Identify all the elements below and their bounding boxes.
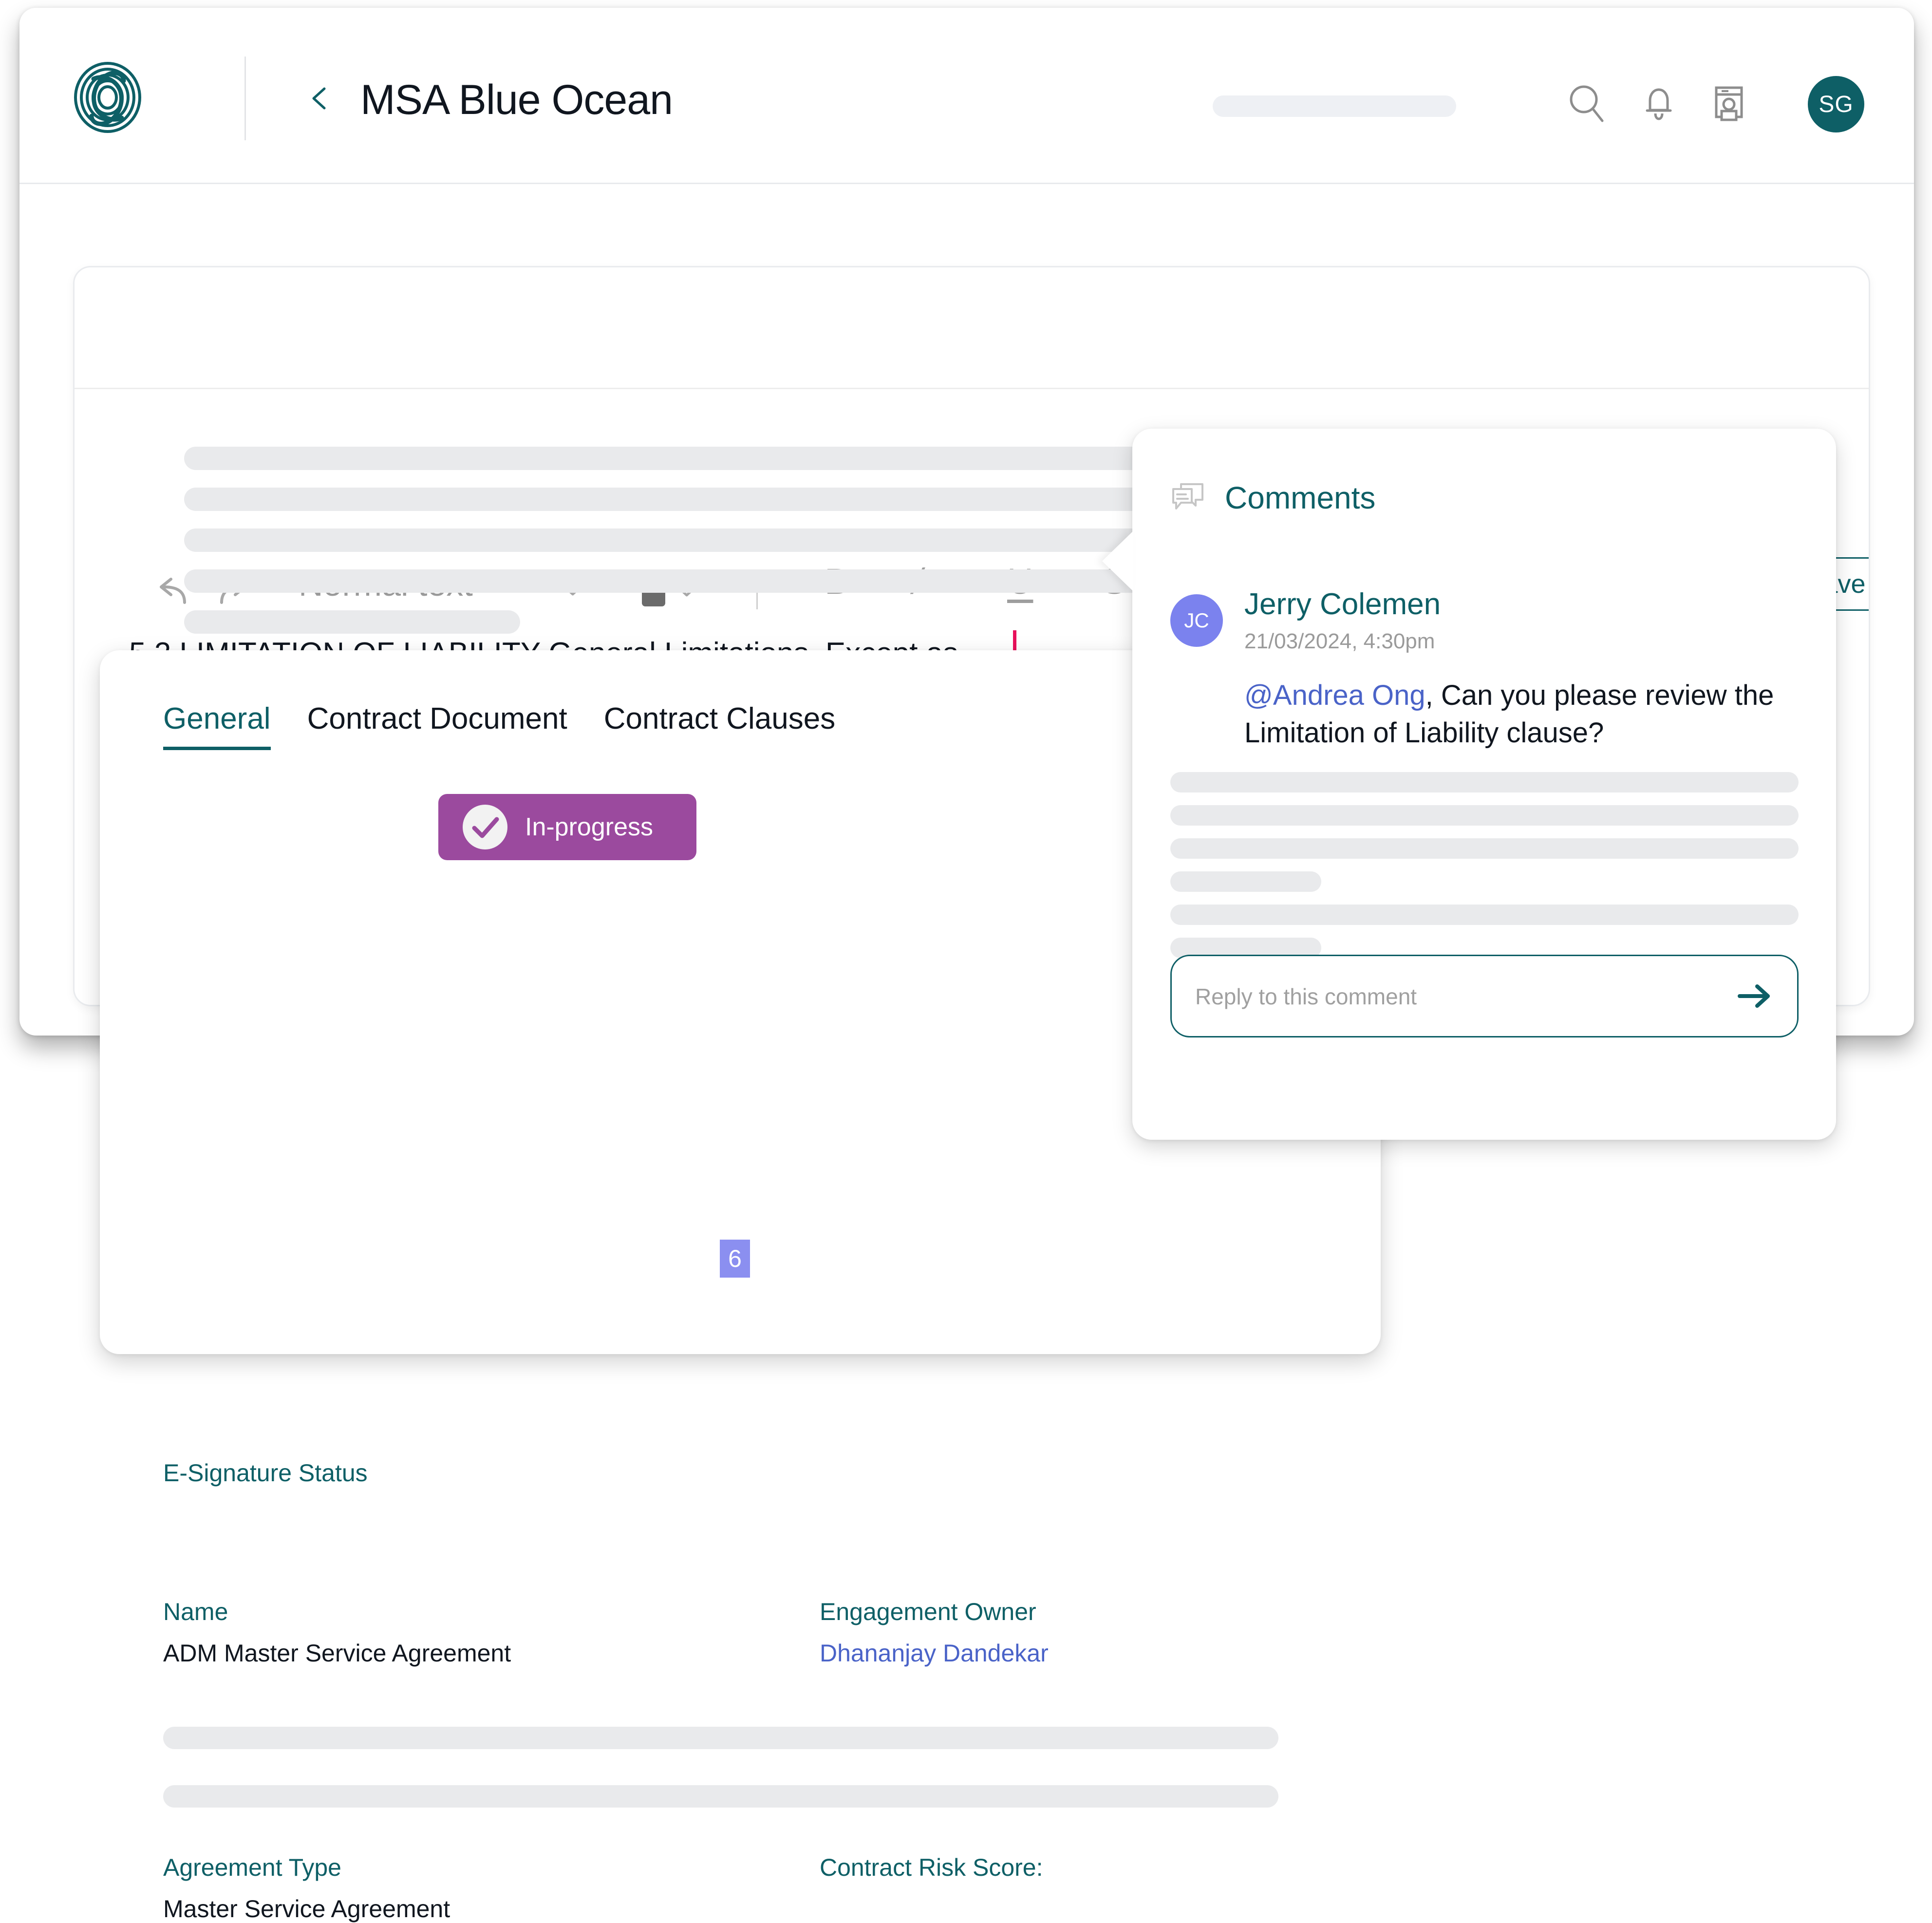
- tab-contract-clauses[interactable]: Contract Clauses: [604, 701, 836, 750]
- esignature-status-text: In-progress: [525, 813, 653, 841]
- comments-bubble-icon: [1170, 481, 1205, 515]
- reply-input[interactable]: Reply to this comment: [1170, 955, 1799, 1037]
- header-divider: [244, 57, 246, 140]
- header-search-pill[interactable]: [1213, 95, 1456, 117]
- comment-body: @Andrea Ong, Can you please review the L…: [1244, 677, 1795, 752]
- chevron-left-icon[interactable]: [307, 85, 334, 112]
- editor-toolbar: [75, 267, 1869, 389]
- comment-skeleton-line: [1170, 772, 1799, 792]
- comments-title: Comments: [1225, 480, 1376, 515]
- details-skeleton-line: [163, 1727, 1278, 1749]
- esignature-status-label: E-Signature Status: [163, 1459, 368, 1487]
- details-tabs: General Contract Document Contract Claus…: [163, 701, 835, 750]
- search-icon[interactable]: [1563, 80, 1610, 127]
- mention-link[interactable]: @Andrea Ong: [1244, 679, 1426, 711]
- comment-skeleton-line: [1170, 871, 1321, 892]
- comment-skeleton-line: [1170, 805, 1799, 826]
- comment-author-name[interactable]: Jerry Colemen: [1244, 587, 1441, 622]
- esignature-status-badge[interactable]: In-progress: [438, 794, 696, 860]
- app-header: MSA Blue Ocean SG: [19, 8, 1914, 184]
- comment-author-avatar: JC: [1170, 594, 1223, 647]
- reply-input-placeholder: Reply to this comment: [1195, 984, 1417, 1009]
- comment-skeleton-line: [1170, 905, 1799, 925]
- check-circle-icon: [463, 805, 507, 849]
- tab-contract-document[interactable]: Contract Document: [307, 701, 567, 750]
- agreement-type-value: Master Service Agreement: [163, 1895, 450, 1923]
- contract-risk-score-value: 6: [728, 1245, 742, 1272]
- tab-general[interactable]: General: [163, 701, 271, 750]
- comments-header: Comments: [1170, 480, 1375, 516]
- bell-icon[interactable]: [1635, 80, 1682, 127]
- contract-risk-score-chip: 6: [720, 1240, 750, 1278]
- brand-spiral-logo[interactable]: [73, 61, 142, 133]
- contract-risk-score-label: Contract Risk Score:: [820, 1854, 1043, 1881]
- avatar[interactable]: SG: [1808, 76, 1864, 132]
- engagement-owner-value[interactable]: Dhananjay Dandekar: [820, 1639, 1049, 1667]
- page-title: MSA Blue Ocean: [360, 76, 673, 123]
- engagement-owner-label: Engagement Owner: [820, 1598, 1036, 1625]
- name-value: ADM Master Service Agreement: [163, 1640, 511, 1667]
- document-skeleton-line: [184, 610, 520, 634]
- comment-timestamp: 21/03/2024, 4:30pm: [1244, 629, 1435, 653]
- comment-skeleton-line: [1170, 838, 1799, 859]
- arrow-right-icon[interactable]: [1737, 980, 1772, 1012]
- callout-tail: [1102, 531, 1133, 591]
- agreement-type-label: Agreement Type: [163, 1854, 341, 1881]
- comments-panel: Comments JC Jerry Colemen 21/03/2024, 4:…: [1102, 429, 1836, 1140]
- name-label: Name: [163, 1598, 228, 1625]
- user-card-icon[interactable]: [1706, 80, 1752, 127]
- details-skeleton-line: [163, 1785, 1278, 1808]
